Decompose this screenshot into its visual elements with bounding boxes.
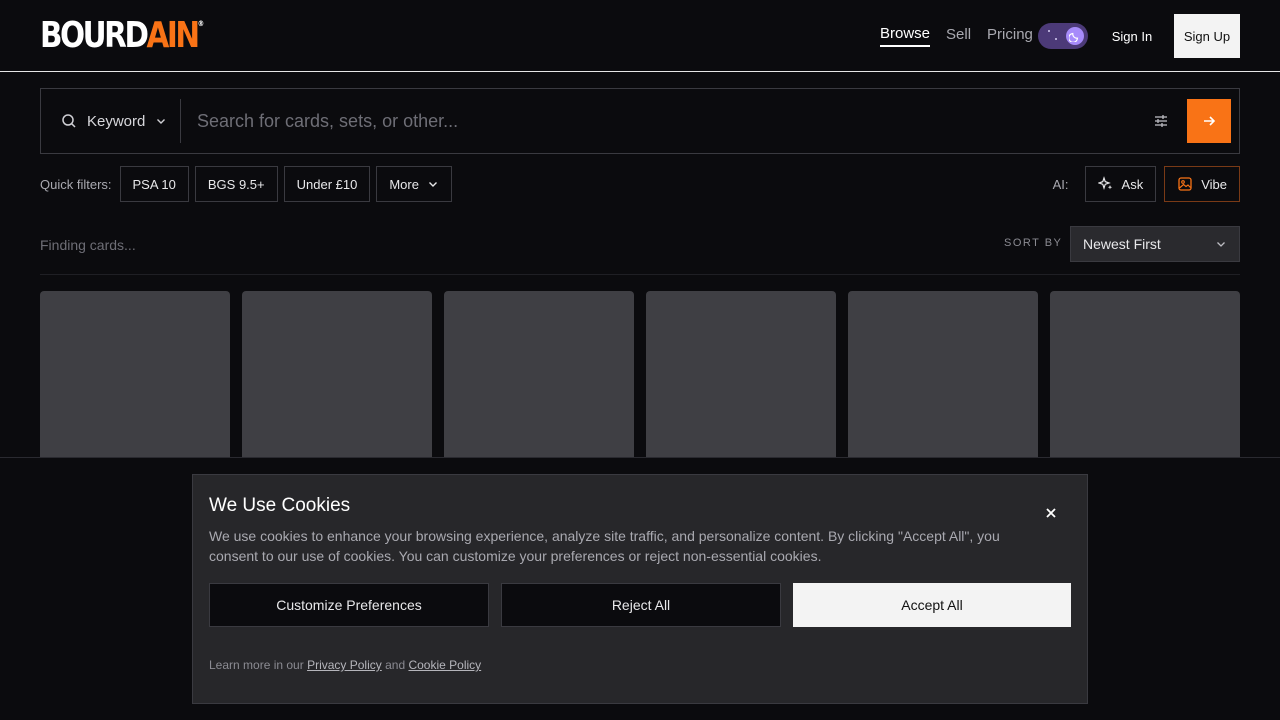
theme-toggle[interactable] [1038,23,1088,49]
filter-chip-psa10[interactable]: PSA 10 [119,166,189,202]
accept-all-button[interactable]: Accept All [793,583,1071,627]
moon-icon [1066,27,1084,45]
chevron-down-icon [1217,242,1225,247]
sort-label: SORT BY [1004,237,1063,249]
card-skeleton [646,291,836,461]
results-status: Finding cards... [40,237,136,253]
sign-in-button[interactable]: Sign In [1104,14,1160,58]
customize-preferences-button[interactable]: Customize Preferences [209,583,489,627]
filter-chip-bgs95[interactable]: BGS 9.5+ [194,166,278,202]
nav-sell[interactable]: Sell [946,26,971,46]
card-skeleton [1050,291,1240,461]
cookie-footer: Learn more in our Privacy Policy and Coo… [209,658,481,672]
more-filters-label: More [389,176,419,192]
search-type-select[interactable]: Keyword [41,99,181,143]
main-nav: Browse Sell Pricing [880,0,1049,72]
card-skeleton [848,291,1038,461]
close-icon[interactable] [1041,503,1061,523]
search-submit-button[interactable] [1187,99,1231,143]
card-skeleton [444,291,634,461]
search-bar: Keyword [40,88,1240,154]
brand-logo[interactable]: BOURDAIN® [40,17,204,54]
quick-filters-label: Quick filters: [40,176,112,192]
card-skeleton [40,291,230,461]
learn-more-text: Learn more in our [209,658,304,672]
nav-pricing[interactable]: Pricing [987,26,1033,46]
star-icon [1048,30,1050,32]
cookie-policy-link[interactable]: Cookie Policy [408,658,481,672]
search-input[interactable] [181,99,1141,143]
sparkle-icon [1097,176,1112,190]
chevron-down-icon [157,119,166,124]
ai-ask-button[interactable]: Ask [1084,166,1157,202]
site-header: BOURDAIN® Browse Sell Pricing Sign In Si… [0,0,1280,72]
ai-tools: AI: Ask Vibe [1053,166,1240,202]
sign-up-button[interactable]: Sign Up [1174,14,1240,58]
nav-browse[interactable]: Browse [880,25,931,47]
privacy-policy-link[interactable]: Privacy Policy [307,658,382,672]
card-skeleton [242,291,432,461]
cookie-title: We Use Cookies [209,495,351,516]
cookie-description: We use cookies to enhance your browsing … [209,528,1000,564]
filter-chip-under10[interactable]: Under £10 [283,166,371,202]
sort-select[interactable]: Newest First [1070,226,1240,262]
chevron-down-icon [428,182,437,187]
ai-ask-label: Ask [1121,176,1144,192]
search-type-label: Keyword [87,112,146,130]
card-grid [40,291,1240,461]
and-text: and [385,658,406,672]
more-filters-button[interactable]: More [376,166,452,202]
filters-icon[interactable] [1141,101,1181,141]
ai-vibe-label: Vibe [1201,176,1227,192]
ai-vibe-button[interactable]: Vibe [1164,166,1240,202]
ai-label: AI: [1052,176,1069,192]
sort-value: Newest First [1083,236,1161,252]
cookie-banner: We Use Cookies We use cookies to enhance… [192,474,1088,704]
image-icon [1178,177,1192,191]
search-icon [62,114,76,128]
star-icon [1055,38,1057,40]
results-divider [40,274,1240,275]
arrow-right-icon [1204,116,1216,126]
reject-all-button[interactable]: Reject All [501,583,781,627]
quick-filters: Quick filters: PSA 10 BGS 9.5+ Under £10… [40,166,458,202]
